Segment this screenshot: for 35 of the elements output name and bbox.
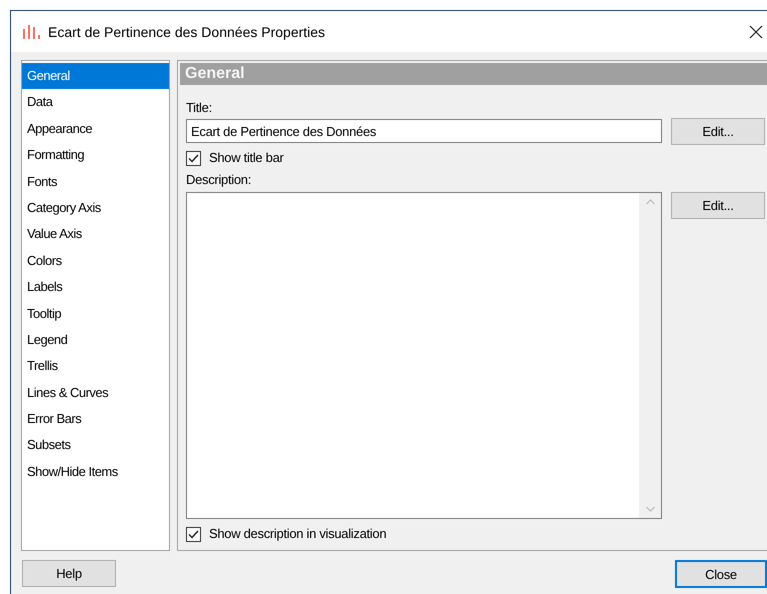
checkbox-label: Show title bar bbox=[209, 149, 284, 167]
description-field[interactable] bbox=[186, 192, 662, 519]
help-button[interactable]: Help bbox=[22, 560, 116, 587]
scroll-up-icon[interactable] bbox=[646, 199, 654, 205]
edit-button[interactable]: Edit... bbox=[671, 118, 765, 145]
category-item[interactable]: Value Axis bbox=[22, 221, 169, 248]
category-item[interactable]: Appearance bbox=[22, 116, 169, 142]
category-item[interactable]: Trellis bbox=[22, 353, 169, 380]
title-field[interactable]: Ecart de Pertinence des Données bbox=[186, 119, 662, 143]
category-item[interactable]: Tooltip bbox=[22, 300, 169, 327]
category-item[interactable]: Lines & Curves bbox=[22, 380, 169, 406]
checkbox[interactable] bbox=[186, 150, 201, 166]
section-header: General bbox=[180, 63, 767, 85]
category-item[interactable]: Colors bbox=[22, 248, 169, 274]
edit-button[interactable]: Edit... bbox=[671, 192, 765, 219]
title-label: Title: bbox=[186, 99, 213, 117]
category-item[interactable]: Formatting bbox=[22, 142, 169, 169]
category-item[interactable]: Subsets bbox=[22, 432, 169, 459]
scroll-down-icon[interactable] bbox=[646, 506, 654, 512]
window-title: Ecart de Pertinence des Données Properties bbox=[48, 24, 326, 40]
category-item[interactable]: Error Bars bbox=[22, 406, 169, 432]
checkbox-label: Show description in visualization bbox=[209, 525, 386, 543]
category-item[interactable]: Show/Hide Items bbox=[22, 458, 169, 486]
category-item[interactable]: Category Axis bbox=[22, 194, 169, 222]
category-item[interactable]: Data bbox=[22, 89, 169, 116]
checkbox[interactable] bbox=[186, 526, 201, 542]
category-item[interactable]: Fonts bbox=[22, 168, 169, 195]
category-item[interactable]: General bbox=[22, 63, 169, 90]
close-icon[interactable] bbox=[749, 24, 763, 38]
category-item[interactable]: Legend bbox=[22, 326, 169, 354]
description-label: Description: bbox=[186, 171, 252, 189]
bar-chart-icon bbox=[23, 24, 40, 39]
close-button[interactable]: Close bbox=[675, 560, 767, 588]
scrollbar[interactable] bbox=[639, 193, 661, 518]
category-item[interactable]: Labels bbox=[22, 274, 169, 301]
